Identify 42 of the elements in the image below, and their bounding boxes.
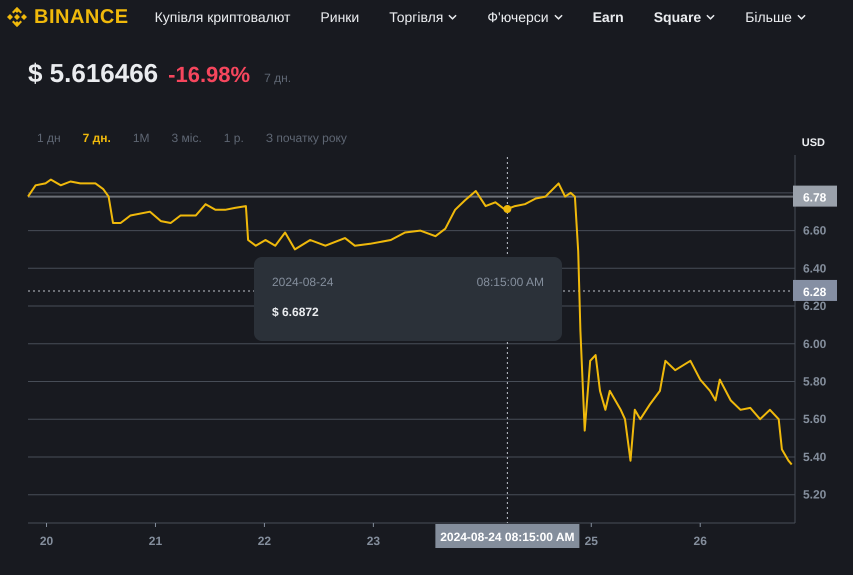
axis-label: 6.40 — [803, 261, 826, 276]
ref-line-label: 6.28 — [803, 284, 827, 299]
axis-label: 21 — [148, 534, 162, 548]
price-tag: 6.78 — [793, 186, 837, 207]
annotation: 2024-08-24 08:15:00 AM — [440, 530, 575, 544]
chevron-down-icon — [706, 14, 716, 20]
tooltip-date: 2024-08-24 — [272, 275, 334, 289]
tooltip-time: 08:15:00 AM — [476, 275, 544, 289]
chevron-down-icon — [796, 14, 806, 20]
axis-label: 23 — [366, 534, 380, 548]
price-change: -16.98% — [168, 62, 250, 88]
axis-label: 5.20 — [803, 488, 826, 502]
tooltip-price: $ 6.6872 — [272, 305, 320, 319]
axis-label: 26 — [694, 534, 707, 548]
ref-line-label: 6.78 — [803, 190, 827, 205]
axis-label: 5.60 — [803, 412, 826, 426]
axis-label: 25 — [584, 534, 598, 548]
logo-text[interactable]: BINANCE — [34, 6, 129, 28]
axis-label: 6.00 — [803, 336, 826, 351]
nav-link[interactable]: Більше — [745, 9, 806, 25]
axis-label: 5.80 — [803, 374, 826, 388]
chevron-down-icon — [554, 14, 563, 20]
nav-link[interactable]: Купівля криптовалют — [154, 9, 290, 25]
nav-link[interactable]: Торгівля — [389, 9, 458, 25]
logo-icon — [5, 5, 29, 29]
nav-link[interactable]: Square — [654, 9, 716, 25]
axis-label: 5.40 — [803, 450, 826, 464]
price-tag: 6.28 — [793, 280, 837, 301]
price-period: 7 дн. — [264, 71, 292, 85]
axis-label: 20 — [40, 534, 54, 548]
chevron-down-icon — [448, 14, 458, 20]
crosshair-tag: 2024-08-24 08:15:00 AM — [435, 524, 580, 548]
axis-label: 22 — [258, 534, 272, 548]
price-value: $ 5.616466 — [28, 58, 158, 89]
nav-link[interactable]: Ф'ючерси — [487, 9, 563, 25]
nav-link[interactable]: Ринки — [320, 9, 360, 25]
crosshair-dot — [503, 204, 512, 213]
currency-label: USD — [802, 137, 825, 149]
range-tab[interactable]: 7 дн. — [74, 129, 119, 147]
axis-label: 6.20 — [803, 299, 826, 314]
nav-link[interactable]: Earn — [592, 9, 624, 25]
axis-label: 6.60 — [803, 224, 826, 238]
